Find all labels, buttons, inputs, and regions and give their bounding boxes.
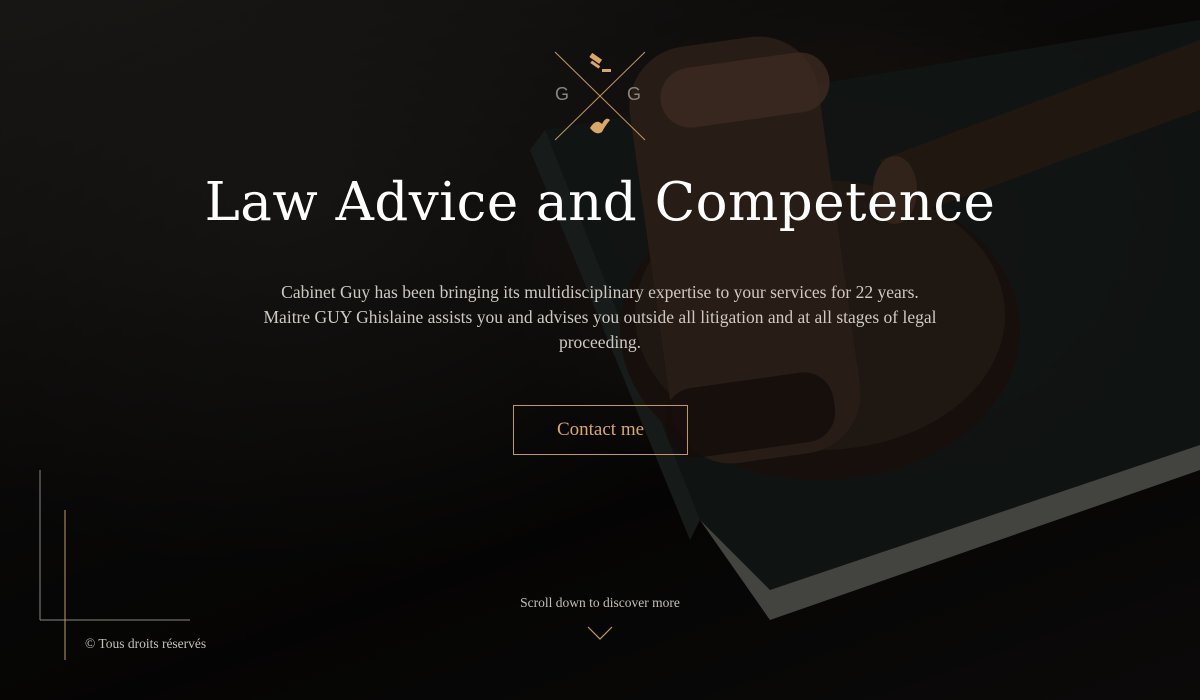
intro-text: Cabinet Guy has been bringing its multid…	[263, 282, 937, 352]
gavel-icon	[589, 52, 611, 72]
copyright-text: © Tous droits réservés	[85, 636, 207, 651]
hero-section: G G Law Advice and Competence Cabinet Gu…	[0, 0, 1200, 700]
page-title: Law Advice and Competence	[204, 172, 996, 233]
logo-letter-left: G	[555, 84, 570, 104]
dove-icon	[590, 118, 610, 134]
chevron-down-icon[interactable]	[587, 625, 613, 641]
logo-letter-right: G	[627, 84, 642, 104]
contact-button[interactable]: Contact me	[513, 405, 688, 455]
